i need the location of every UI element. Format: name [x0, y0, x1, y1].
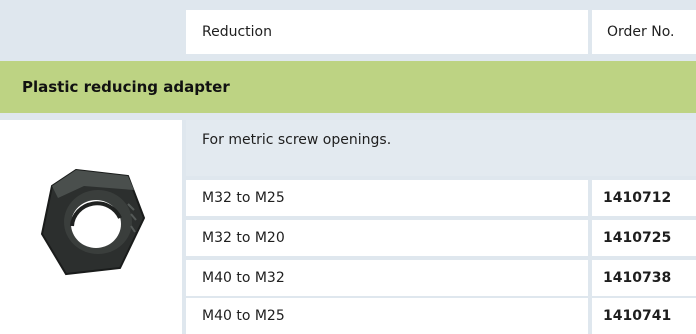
order-number-cell: 1410741	[592, 298, 696, 334]
table-row: M40 to M25 1410741	[186, 298, 696, 334]
hex-reducing-adapter-icon	[40, 168, 146, 276]
order-number-cell: 1410725	[592, 220, 696, 256]
product-description: For metric screw openings.	[186, 120, 696, 176]
table-row: M32 to M20 1410725	[186, 220, 696, 256]
header-order-no: Order No.	[592, 10, 696, 54]
reduction-cell: M40 to M32	[186, 260, 588, 296]
table-row: M32 to M25 1410712	[186, 180, 696, 216]
reduction-cell: M32 to M25	[186, 180, 588, 216]
section-title: Plastic reducing adapter	[0, 61, 696, 113]
product-image-cell	[0, 120, 182, 334]
reduction-cell: M32 to M20	[186, 220, 588, 256]
product-table: Reduction Order No. Plastic reducing ada…	[0, 0, 696, 334]
order-number-cell: 1410738	[592, 260, 696, 296]
table-header-row: Reduction Order No.	[0, 10, 696, 54]
order-number-cell: 1410712	[592, 180, 696, 216]
header-reduction: Reduction	[186, 10, 588, 54]
reduction-cell: M40 to M25	[186, 298, 588, 334]
table-row: M40 to M32 1410738	[186, 260, 696, 296]
